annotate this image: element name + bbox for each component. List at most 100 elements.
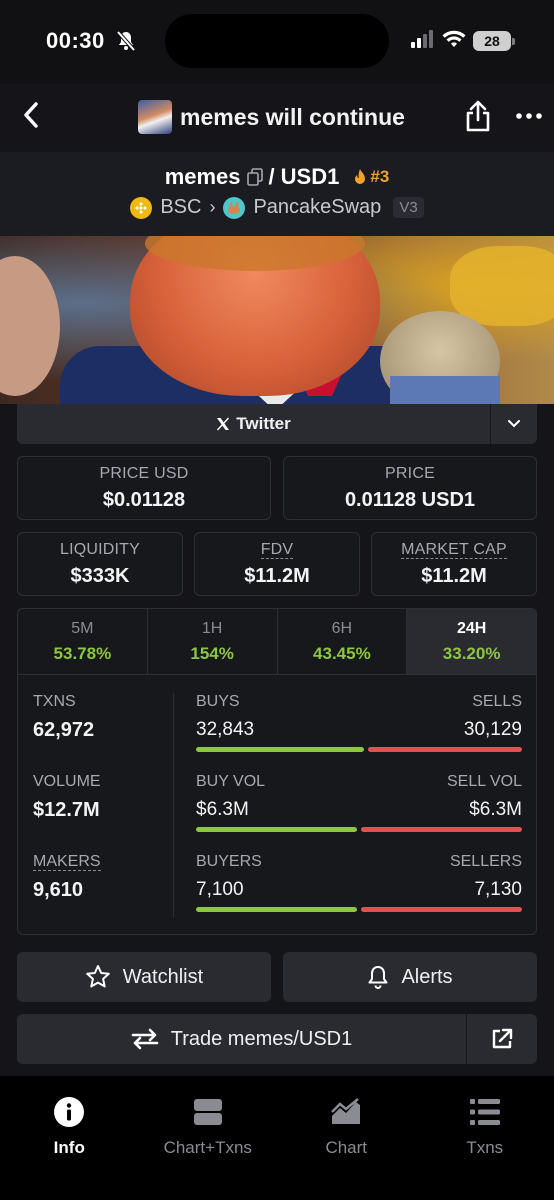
token-avatar [138, 100, 172, 134]
chain-name[interactable]: BSC [160, 196, 201, 219]
sells-value: 30,129 [463, 719, 522, 740]
bottom-tab-bar: Info Chart+Txns Chart Txns [0, 1076, 554, 1200]
fdv-card[interactable]: FDV $11.2M [194, 532, 360, 596]
buyers-value: 7,100 [196, 879, 244, 900]
buys-label: BUYS [196, 693, 240, 710]
more-options-button[interactable] [514, 104, 544, 128]
quote-token-symbol: USD1 [280, 164, 340, 189]
chart-icon [277, 1096, 416, 1128]
list-icon [416, 1096, 554, 1128]
volume-label: VOLUME [33, 773, 101, 790]
sell-volume-value: $6.3M [469, 799, 522, 820]
share-button[interactable] [462, 98, 494, 134]
market-cap-card[interactable]: MARKET CAP $11.2M [371, 532, 537, 596]
makers-value: 9,610 [33, 879, 84, 901]
pair-header: memes / USD1 #3 BSC › PancakeSwap V3 [0, 152, 554, 236]
bell-off-icon [116, 30, 136, 57]
trade-label: Trade memes/USD1 [170, 1027, 353, 1050]
buy-volume-label: BUY VOL [196, 773, 266, 790]
buys-sells-ratio: BUYS SELLS 32,843 30,129 [196, 693, 522, 773]
tab-label: 5M [71, 620, 94, 637]
price-usd-value: $0.01128 [102, 489, 186, 511]
sellers-bar-fill [360, 907, 522, 912]
buys-sells-bar [196, 747, 522, 752]
pancakeswap-icon [223, 196, 246, 219]
tab-change: 33.20% [442, 644, 501, 663]
status-bar: 00:30 28 [0, 0, 554, 84]
open-external-button[interactable] [467, 1014, 537, 1064]
buyers-label: BUYERS [196, 853, 262, 870]
battery-indicator: 28 [473, 31, 511, 51]
tab-5m[interactable]: 5M 53.78% [18, 609, 148, 674]
base-token-symbol: memes [164, 164, 241, 189]
twitter-link-button[interactable]: Twitter [17, 404, 491, 444]
token-banner-image [0, 236, 554, 404]
tab-txns[interactable]: Txns [416, 1076, 554, 1200]
fdv-label: FDV [195, 541, 359, 559]
tab-1h[interactable]: 1H 154% [148, 609, 278, 674]
nav-title-group: memes will continue [138, 100, 405, 134]
watchlist-button[interactable]: Watchlist [17, 952, 271, 1002]
makers-label-text: MAKERS [33, 853, 101, 871]
tab-label: 24H [456, 620, 487, 637]
copy-icon[interactable] [246, 168, 263, 186]
tab-chart-txns[interactable]: Chart+Txns [139, 1076, 278, 1200]
sells-bar-fill [368, 747, 522, 752]
liquidity-value: $333K [70, 565, 130, 587]
market-cap-label-text: MARKET CAP [401, 541, 507, 559]
twitter-label: Twitter [236, 414, 291, 433]
tab-info[interactable]: Info [0, 1076, 139, 1200]
tab-chart[interactable]: Chart [277, 1076, 416, 1200]
tab-label: 6H [331, 620, 353, 637]
social-links-row: Twitter [17, 404, 537, 444]
wifi-icon [442, 29, 466, 54]
alerts-button[interactable]: Alerts [283, 952, 537, 1002]
sellers-label: SELLERS [449, 853, 522, 870]
bell-icon [368, 966, 388, 989]
makers-label: MAKERS [33, 853, 163, 871]
external-link-icon [492, 1028, 513, 1049]
txns-stat: TXNS 62,972 [33, 693, 163, 773]
txns-value: 62,972 [33, 719, 95, 741]
tab-info-label: Info [53, 1138, 85, 1157]
price-usd-card: PRICE USD $0.01128 [17, 456, 271, 520]
fdv-label-text: FDV [260, 541, 294, 559]
volume-stat: VOLUME $12.7M [33, 773, 163, 853]
back-button[interactable] [14, 98, 48, 132]
txns-label: TXNS [33, 693, 76, 710]
buys-value: 32,843 [196, 719, 255, 740]
flame-icon [355, 169, 366, 184]
dynamic-island [165, 14, 389, 68]
fdv-value: $11.2M [244, 565, 310, 587]
sellers-value: 7,130 [474, 879, 522, 900]
chevron-right-icon: › [209, 197, 216, 217]
trade-button[interactable]: Trade memes/USD1 [17, 1014, 467, 1064]
nav-header: memes will continue [0, 84, 554, 152]
swap-arrows-icon [131, 1028, 159, 1050]
dex-name[interactable]: PancakeSwap [253, 196, 381, 219]
tab-24h[interactable]: 24H 33.20% [407, 609, 536, 674]
market-cap-value: $11.2M [421, 565, 487, 587]
price-quote-value: 0.01128 USD1 [344, 489, 476, 511]
price-quote-card: PRICE 0.01128 USD1 [283, 456, 537, 520]
stats-totals: TXNS 62,972 VOLUME $12.7M MAKERS 9,610 [33, 693, 163, 933]
social-links-dropdown[interactable] [491, 404, 537, 444]
tab-change: 53.78% [53, 644, 112, 663]
trending-rank-badge[interactable]: #3 [353, 167, 389, 187]
chevron-down-icon [508, 420, 520, 428]
tab-change: 43.45% [313, 644, 371, 663]
makers-stat[interactable]: MAKERS 9,610 [33, 853, 163, 933]
status-time: 00:30 [46, 28, 105, 53]
alerts-label: Alerts [401, 965, 453, 988]
cellular-signal-icon [411, 30, 435, 53]
sell-volume-bar-fill [361, 827, 522, 832]
battery-tip [512, 38, 515, 45]
sell-volume-label: SELL VOL [446, 773, 522, 790]
bsc-chain-icon [130, 196, 153, 219]
watchlist-label: Watchlist [122, 965, 204, 988]
sells-label: SELLS [472, 693, 522, 710]
tab-6h[interactable]: 6H 43.45% [278, 609, 408, 674]
more-horizontal-icon [516, 113, 542, 119]
chain-breadcrumb: BSC › PancakeSwap V3 [0, 196, 554, 219]
pair-title: memes / USD1 #3 [0, 164, 554, 190]
